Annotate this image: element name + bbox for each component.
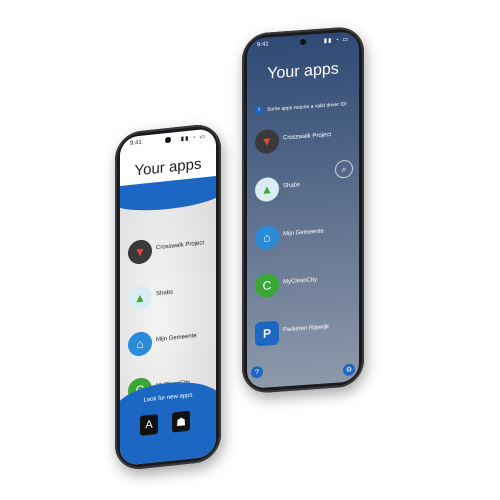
municipality-icon: ⌂: [255, 224, 279, 251]
app-list: ▼ Crosswalk Project ▲ Shabs ⌂ Mijn Gemee…: [255, 123, 355, 347]
app-label: Parkeren Rijswijk: [283, 324, 330, 334]
app-store-icon[interactable]: A: [140, 414, 158, 436]
settings-icon[interactable]: ⚙: [343, 363, 355, 377]
driver-id-notice: i Some apps require a valid driver ID!: [255, 100, 353, 119]
android-icon[interactable]: ☗: [172, 410, 190, 433]
app-item-mycleancity[interactable]: C MyCleanCity: [255, 267, 355, 300]
status-bar: 9:41 ▮▮ ◔ ▭: [257, 36, 349, 50]
app-label: Crosswalk Project: [156, 240, 205, 252]
right-screen: 9:41 ▮▮ ◔ ▭ Your apps i Some apps require…: [247, 31, 359, 389]
discover-footer: Look for new apps A ☗: [120, 377, 216, 467]
app-item-parkeren-rijswijk[interactable]: P Parkeren Rijswijk: [255, 315, 355, 348]
status-icons: ▮▮ ◔ ▭: [323, 36, 349, 45]
notice-text: Some apps require a valid driver ID!: [267, 101, 347, 113]
app-label: Shabs: [283, 182, 301, 190]
app-item-shabs[interactable]: ▲ Shabs: [128, 278, 212, 313]
app-label: Shabs: [156, 289, 174, 298]
page-title: Your apps: [267, 60, 339, 83]
app-item-crosswalk[interactable]: ▼ Crosswalk Project: [128, 232, 212, 267]
info-icon: i: [255, 105, 263, 115]
shabs-icon: ▲: [128, 284, 152, 312]
app-item-mijn-gemeente[interactable]: ⌂ Mijn Gemeente: [128, 324, 212, 359]
status-icons: ▮▮ ◔ ▭: [180, 134, 206, 143]
crosswalk-icon: ▼: [255, 128, 279, 155]
status-time: 9:41: [257, 41, 269, 49]
app-label: Mijn Gemeente: [156, 332, 197, 344]
app-item-crosswalk[interactable]: ▼ Crosswalk Project: [255, 123, 355, 156]
cleancity-icon: C: [255, 272, 279, 299]
phone-right: 9:41 ▮▮ ◔ ▭ Your apps i Some apps require…: [242, 25, 364, 395]
municipality-icon: ⌂: [128, 330, 152, 358]
app-label: Crosswalk Project: [283, 132, 332, 142]
app-label: Mijn Gemeente: [283, 228, 324, 238]
app-item-mijn-gemeente[interactable]: ⌂ Mijn Gemeente: [255, 219, 355, 252]
footer-label: Look for new apps: [143, 392, 193, 404]
phone-left: 9:41 ▮▮ ◔ ▭ Your apps ▼ Crosswalk Projec…: [115, 122, 221, 472]
parking-icon: P: [255, 320, 279, 347]
status-time: 9:41: [130, 139, 142, 147]
crosswalk-icon: ▼: [128, 238, 152, 266]
app-item-shabs[interactable]: ▲ Shabs: [255, 171, 355, 204]
help-icon[interactable]: ?: [251, 365, 263, 379]
app-label: MyCleanCity: [283, 277, 318, 286]
left-screen: 9:41 ▮▮ ◔ ▭ Your apps ▼ Crosswalk Projec…: [120, 127, 216, 467]
shabs-icon: ▲: [255, 176, 279, 203]
app-list: ▼ Crosswalk Project ▲ Shabs ⌂ Mijn Gemee…: [128, 232, 212, 404]
